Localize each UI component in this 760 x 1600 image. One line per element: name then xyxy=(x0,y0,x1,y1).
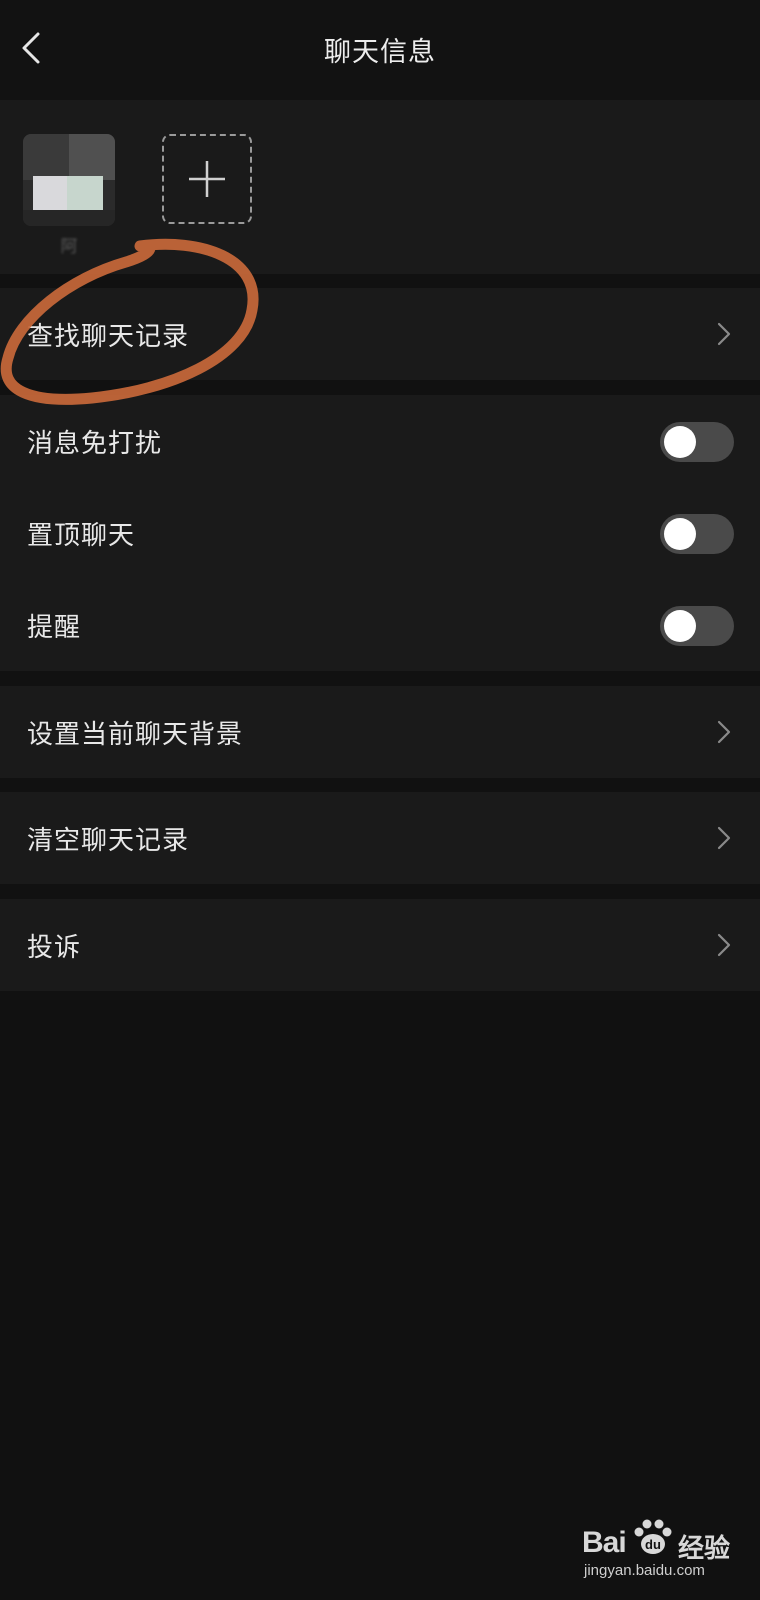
top-bar: 聊天信息 xyxy=(0,0,760,100)
search-history-row[interactable]: 查找聊天记录 xyxy=(0,288,760,380)
remind-toggle[interactable] xyxy=(660,606,734,646)
chevron-right-icon xyxy=(717,322,731,346)
complain-group: 投诉 xyxy=(0,899,760,991)
plus-icon xyxy=(189,161,225,197)
chevron-right-icon xyxy=(717,933,731,957)
clear-history-group: 清空聊天记录 xyxy=(0,792,760,884)
toggle-knob xyxy=(664,518,696,550)
set-background-label: 设置当前聊天背景 xyxy=(27,720,244,750)
mute-notifications-toggle[interactable] xyxy=(660,422,734,462)
search-history-label: 查找聊天记录 xyxy=(27,322,190,352)
page-title: 聊天信息 xyxy=(324,37,436,68)
watermark-jingyan: 经验 xyxy=(678,1534,731,1564)
watermark-brand-right: du xyxy=(645,1537,661,1552)
clear-history-row[interactable]: 清空聊天记录 xyxy=(0,792,760,884)
toggle-settings-group: 消息免打扰 置顶聊天 提醒 xyxy=(0,395,760,671)
watermark-url: jingyan.baidu.com xyxy=(584,1562,705,1579)
baidu-watermark: Bai du 经验 jingyan.baidu.com xyxy=(582,1518,752,1588)
search-history-group: 查找聊天记录 xyxy=(0,288,760,380)
background-group: 设置当前聊天背景 xyxy=(0,686,760,778)
toggle-knob xyxy=(664,426,696,458)
add-member-button[interactable] xyxy=(162,134,252,224)
paw-icon: du xyxy=(634,1519,672,1554)
member-name: 阿 xyxy=(60,237,78,257)
pin-chat-toggle[interactable] xyxy=(660,514,734,554)
pin-chat-row: 置顶聊天 xyxy=(0,487,760,579)
chevron-right-icon xyxy=(717,826,731,850)
remind-row: 提醒 xyxy=(0,579,760,671)
clear-history-label: 清空聊天记录 xyxy=(27,826,190,856)
mute-notifications-label: 消息免打扰 xyxy=(27,429,163,459)
remind-label: 提醒 xyxy=(27,613,82,643)
members-panel: 阿 xyxy=(0,100,760,274)
member-avatar[interactable] xyxy=(23,134,115,226)
complain-label: 投诉 xyxy=(27,933,82,963)
set-background-row[interactable]: 设置当前聊天背景 xyxy=(0,686,760,778)
toggle-knob xyxy=(664,610,696,642)
pin-chat-label: 置顶聊天 xyxy=(27,521,136,551)
mute-notifications-row: 消息免打扰 xyxy=(0,395,760,487)
watermark-brand-left: Bai xyxy=(582,1526,627,1559)
avatar-image xyxy=(23,134,115,226)
complain-row[interactable]: 投诉 xyxy=(0,899,760,991)
chevron-right-icon xyxy=(717,720,731,744)
